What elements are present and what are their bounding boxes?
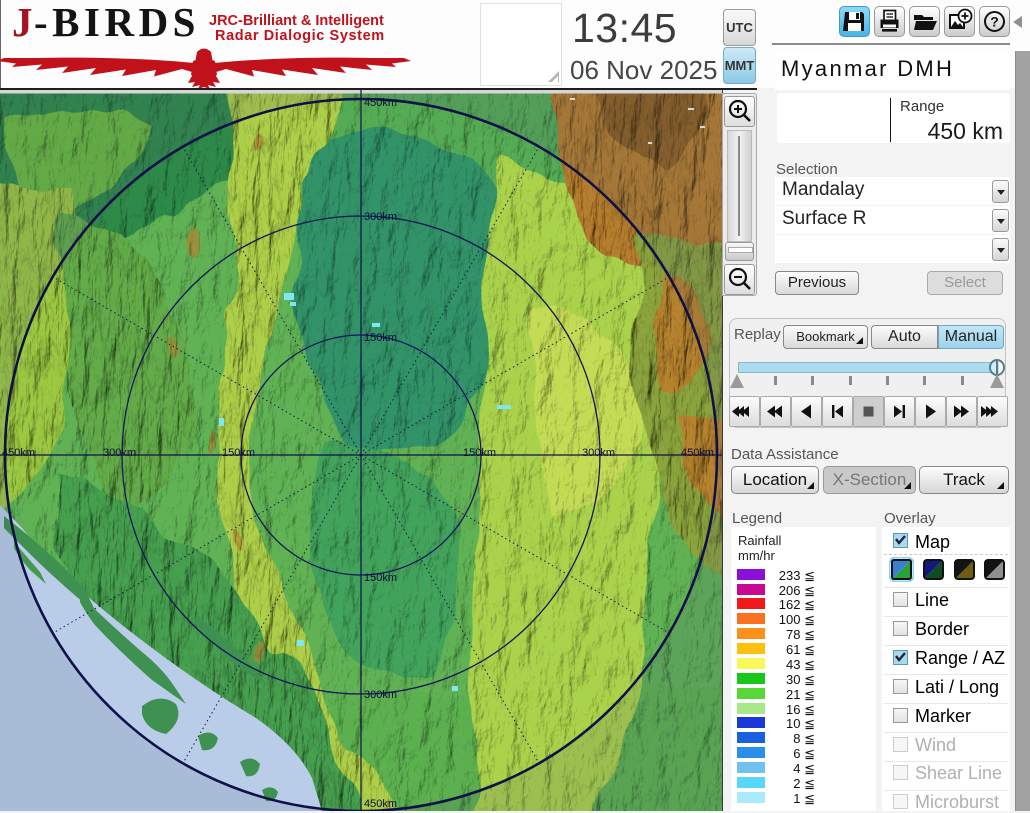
svg-text:300km: 300km: [364, 689, 397, 701]
svg-text:150km: 150km: [463, 447, 496, 459]
svg-text:450km: 450km: [364, 798, 397, 810]
svg-text:300km: 300km: [582, 447, 615, 459]
svg-text:?: ?: [990, 14, 999, 30]
svg-text:450km: 450km: [2, 447, 35, 459]
svg-text:Radar Dialogic System: Radar Dialogic System: [215, 28, 385, 44]
svg-text:-BIRDS: -BIRDS: [34, 0, 200, 45]
svg-text:JRC-Brilliant & Intelligent: JRC-Brilliant & Intelligent: [209, 13, 384, 29]
svg-text:300km: 300km: [364, 211, 397, 223]
svg-text:450km: 450km: [364, 97, 397, 109]
svg-text:150km: 150km: [364, 572, 397, 584]
svg-text:450km: 450km: [681, 447, 714, 459]
svg-text:150km: 150km: [364, 332, 397, 344]
svg-text:300km: 300km: [103, 447, 136, 459]
svg-text:150km: 150km: [222, 447, 255, 459]
